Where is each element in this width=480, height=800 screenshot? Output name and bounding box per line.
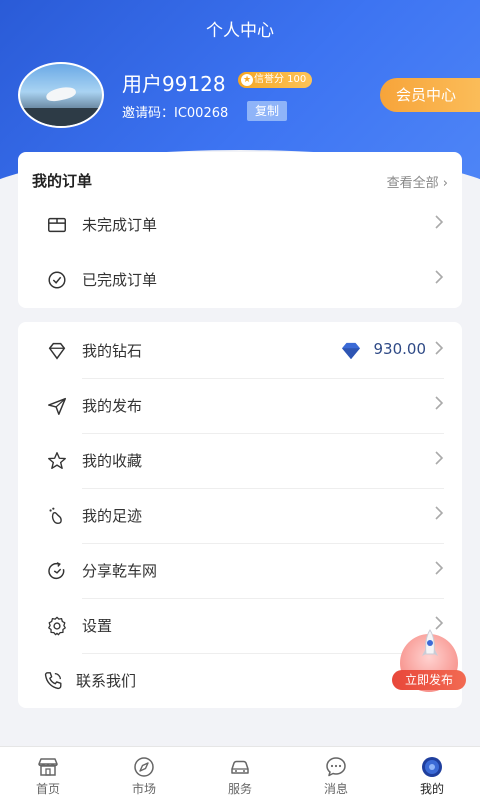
menu-row-favorites[interactable]: 我的收藏 bbox=[18, 434, 462, 489]
menu-row-label: 联系我们 bbox=[76, 672, 137, 690]
gear-icon bbox=[48, 616, 66, 636]
footprint-icon bbox=[49, 507, 62, 525]
tab-label: 市场 bbox=[131, 782, 156, 796]
tab-label: 服务 bbox=[227, 782, 252, 796]
check-circle-icon bbox=[48, 271, 66, 289]
avatar-ground bbox=[20, 108, 102, 126]
diamond-icon bbox=[48, 342, 66, 360]
tab-service[interactable]: 服务 bbox=[192, 747, 288, 800]
credit-badge-label: 信誉分 100 bbox=[254, 74, 307, 85]
order-row-incomplete[interactable]: 未完成订单 bbox=[18, 198, 462, 253]
fab-label: 立即发布 bbox=[392, 670, 466, 690]
publish-fab[interactable]: 立即发布 bbox=[392, 628, 466, 692]
tab-home[interactable]: 首页 bbox=[0, 747, 96, 800]
star-badge-icon: ★ bbox=[241, 74, 253, 86]
bottom-tab-bar: 首页 市场 服务 消息 我的 bbox=[0, 746, 480, 800]
rocket-icon bbox=[422, 629, 438, 656]
credit-badge: ★ 信誉分 100 bbox=[238, 72, 313, 88]
menu-row-label: 我的钻石 bbox=[82, 342, 143, 360]
order-box-icon bbox=[48, 217, 66, 233]
send-icon bbox=[48, 397, 66, 415]
menu-row-label: 分享乾车网 bbox=[82, 562, 158, 580]
chevron-right-icon: › bbox=[442, 176, 448, 191]
avatar[interactable] bbox=[18, 62, 104, 128]
orders-card: 我的订单 查看全部 › 未完成订单 已完成订单 bbox=[18, 152, 462, 308]
page-title: 个人中心 bbox=[206, 21, 274, 41]
tab-label: 首页 bbox=[35, 782, 60, 796]
order-row-completed[interactable]: 已完成订单 bbox=[18, 253, 462, 308]
compass-icon bbox=[134, 757, 154, 777]
chevron-right-icon bbox=[435, 341, 444, 355]
profile-icon bbox=[422, 757, 442, 777]
menu-row-publish[interactable]: 我的发布 bbox=[18, 379, 462, 434]
tab-messages[interactable]: 消息 bbox=[288, 747, 384, 800]
chevron-right-icon bbox=[435, 561, 444, 575]
chevron-right-icon bbox=[435, 270, 444, 284]
chat-icon bbox=[326, 757, 346, 777]
orders-title: 我的订单 bbox=[32, 172, 93, 190]
tab-label: 消息 bbox=[323, 782, 348, 796]
view-all-label: 查看全部 bbox=[386, 176, 439, 191]
chevron-right-icon bbox=[435, 396, 444, 410]
avatar-bird bbox=[45, 85, 77, 103]
tab-profile[interactable]: 我的 bbox=[384, 747, 480, 800]
chevron-right-icon bbox=[435, 215, 444, 229]
menu-row-footprints[interactable]: 我的足迹 bbox=[18, 489, 462, 544]
share-icon bbox=[48, 562, 65, 580]
phone-icon bbox=[44, 672, 62, 690]
menu-row-label: 设置 bbox=[82, 617, 113, 635]
chevron-right-icon bbox=[435, 451, 444, 465]
home-icon bbox=[38, 758, 58, 776]
menu-row-label: 我的发布 bbox=[82, 397, 143, 415]
username: 用户99128 bbox=[122, 72, 226, 96]
menu-row-label: 我的收藏 bbox=[82, 452, 143, 470]
copy-button[interactable]: 复制 bbox=[247, 101, 288, 121]
car-icon bbox=[231, 760, 249, 774]
order-row-label: 已完成订单 bbox=[82, 271, 158, 289]
menu-row-diamonds[interactable]: 我的钻石 930.00 bbox=[18, 324, 462, 379]
diamond-balance: 930.00 bbox=[373, 340, 427, 358]
star-icon bbox=[48, 452, 66, 470]
chevron-right-icon bbox=[435, 506, 444, 520]
tab-market[interactable]: 市场 bbox=[96, 747, 192, 800]
view-all-orders-link[interactable]: 查看全部 › bbox=[387, 172, 448, 191]
order-row-label: 未完成订单 bbox=[82, 216, 158, 234]
menu-row-label: 我的足迹 bbox=[82, 507, 143, 525]
diamond-value-icon bbox=[342, 342, 360, 360]
vip-center-button[interactable]: 会员中心 bbox=[380, 78, 480, 112]
menu-row-share[interactable]: 分享乾车网 bbox=[18, 544, 462, 599]
tab-label: 我的 bbox=[419, 782, 444, 796]
invite-code: 邀请码：IC00268 bbox=[122, 106, 229, 121]
